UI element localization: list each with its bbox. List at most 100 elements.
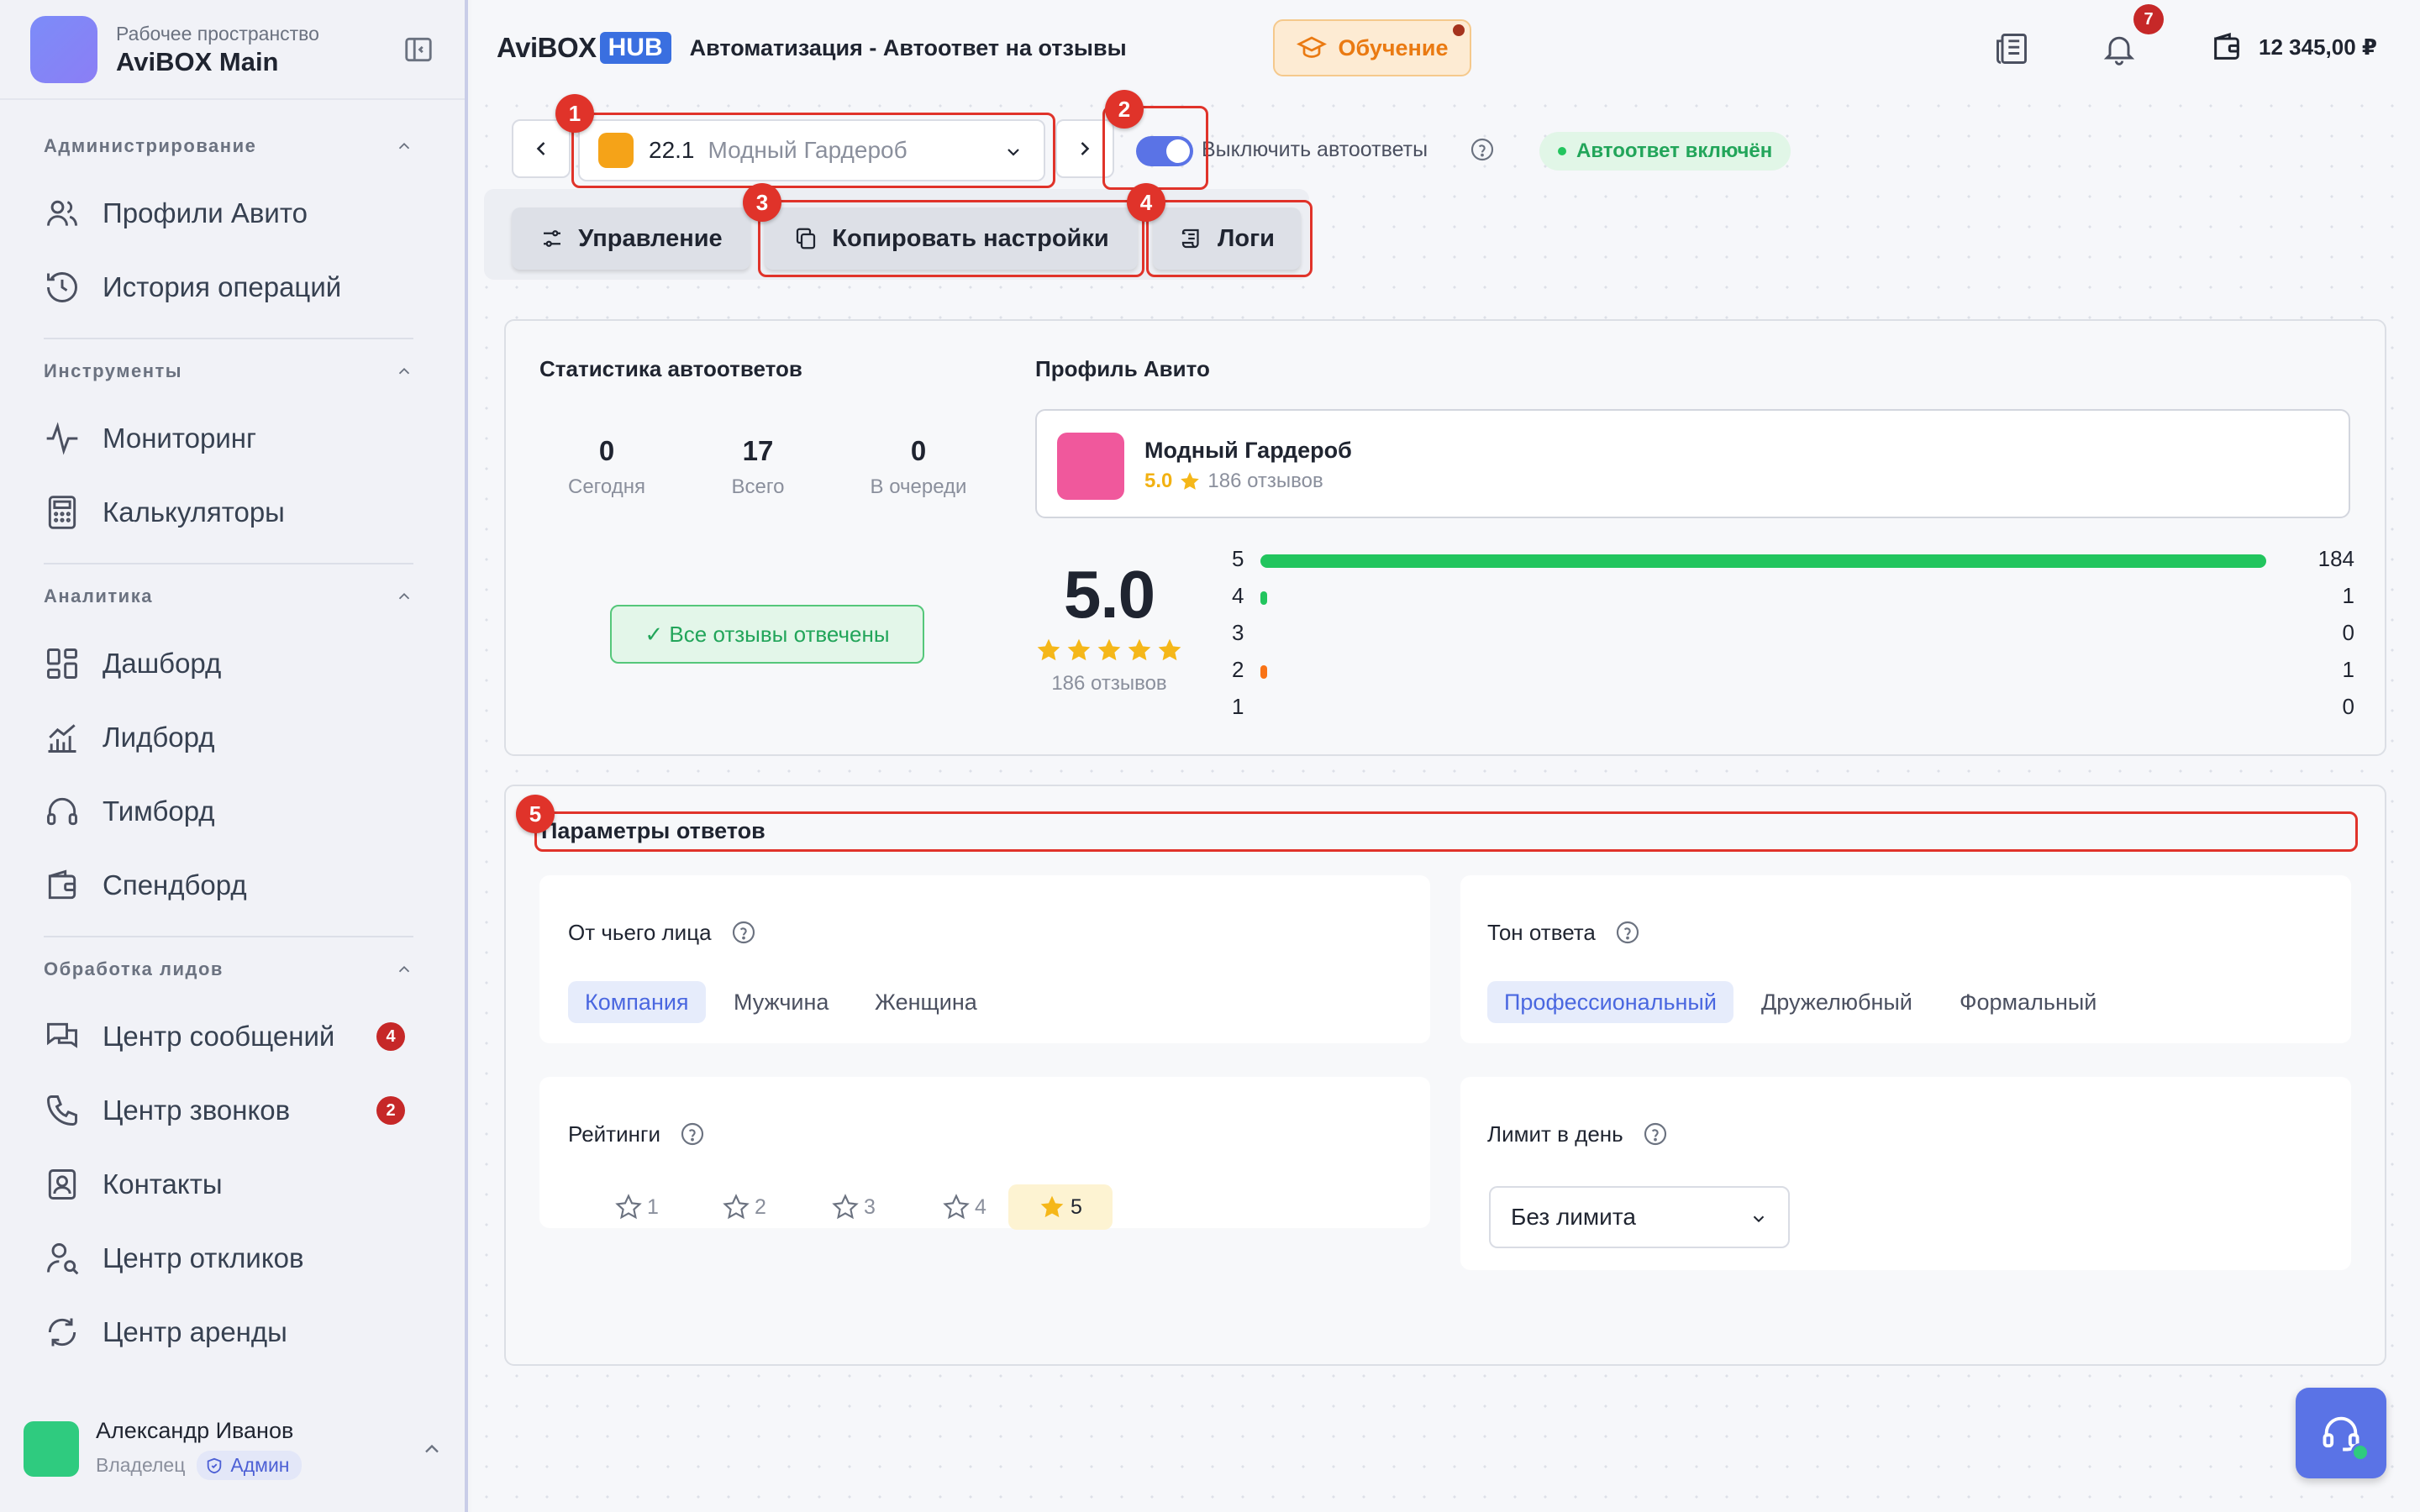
rating-distribution-row: 4 1 <box>1232 583 2354 612</box>
rating-option-1[interactable]: 1 <box>603 1184 671 1230</box>
sidebar-item-contacts[interactable]: Контакты <box>44 1154 413 1215</box>
rating-option-2[interactable]: 2 <box>711 1184 778 1230</box>
sidebar-item-operations-history[interactable]: История операций <box>44 257 413 318</box>
ratings-label: Рейтинги <box>568 1121 660 1147</box>
tab-management[interactable]: Управление <box>512 207 750 270</box>
stat-value: 0 <box>910 435 927 466</box>
rating-option-label: 4 <box>975 1194 986 1219</box>
section-divider <box>44 936 413 937</box>
refresh-icon <box>48 1318 76 1347</box>
notifications-badge: 7 <box>2133 4 2164 34</box>
section-analytics-header[interactable]: Аналитика <box>44 580 413 613</box>
all-answered-badge: ✓ Все отзывы отвечены <box>610 605 924 664</box>
params-card <box>504 785 2386 1366</box>
support-chat-button[interactable] <box>2296 1388 2386 1478</box>
section-divider <box>44 338 413 339</box>
help-icon[interactable] <box>1469 136 1496 163</box>
sidebar-item-rental-center[interactable]: Центр аренды <box>44 1302 413 1362</box>
sidebar-item-label: Центр звонков <box>103 1095 291 1126</box>
workspace-name: AviBOX Main <box>116 46 279 76</box>
page-title: Автоматизация - Автоответ на отзывы <box>689 34 1127 60</box>
sidebar-item-label: История операций <box>103 271 342 302</box>
stat-label: В очереди <box>870 475 967 498</box>
tone-option-professional[interactable]: Профессиональный <box>1487 981 1733 1023</box>
sidebar-item-dashboard[interactable]: Дашборд <box>44 633 413 694</box>
sidebar-item-monitoring[interactable]: Мониторинг <box>44 408 413 469</box>
online-indicator <box>2351 1443 2370 1462</box>
user-profile[interactable]: Александр Иванов Владелец Админ <box>24 1407 444 1491</box>
from-option-company[interactable]: Компания <box>568 981 706 1023</box>
sidebar-item-leadboard[interactable]: Лидборд <box>44 707 413 768</box>
user-search-icon <box>47 1243 79 1275</box>
help-icon[interactable] <box>1614 919 1641 946</box>
star-icon <box>1158 638 1181 661</box>
from-whom-label: От чьего лица <box>568 919 712 945</box>
chart-icon <box>48 724 76 753</box>
distribution-bar <box>1260 554 2266 568</box>
stat-label: Всего <box>731 475 785 498</box>
help-icon[interactable] <box>679 1121 706 1147</box>
section-leads-header[interactable]: Обработка лидов <box>44 953 413 986</box>
tone-label: Тон ответа <box>1487 919 1596 945</box>
section-divider <box>44 563 413 564</box>
rating-value: 5.0 <box>1063 557 1155 632</box>
from-whom-title: От чьего лица <box>568 919 757 946</box>
rating-option-4[interactable]: 4 <box>931 1184 998 1230</box>
stats-card <box>504 319 2386 756</box>
daily-limit-value: Без лимита <box>1511 1204 1636 1230</box>
sidebar-item-calls-center[interactable]: Центр звонков 2 <box>44 1080 413 1141</box>
distribution-stars: 4 <box>1232 583 1244 608</box>
learning-button[interactable]: Обучение <box>1273 19 1471 76</box>
rating-option-3[interactable]: 3 <box>820 1184 887 1230</box>
sidebar-item-avito-profiles[interactable]: Профили Авито <box>44 183 413 244</box>
star-icon <box>1128 638 1151 661</box>
help-icon[interactable] <box>1642 1121 1669 1147</box>
from-option-man[interactable]: Мужчина <box>717 981 845 1023</box>
profile-rating: 5.0 <box>1144 470 1173 492</box>
section-tools-header[interactable]: Инструменты <box>44 354 413 388</box>
rating-option-5[interactable]: 5 <box>1008 1184 1113 1230</box>
autoreply-status-badge: Автоответ включён <box>1539 132 1791 171</box>
highlight-logs <box>1146 200 1313 277</box>
sidebar-item-label: Профили Авито <box>103 197 308 228</box>
sidebar-item-label: Спендборд <box>103 869 247 900</box>
sidebar-item-label: Центр откликов <box>103 1242 304 1273</box>
distribution-bar <box>1260 665 1267 679</box>
distribution-count: 184 <box>2317 546 2354 571</box>
chevron-up-icon <box>398 367 410 375</box>
daily-limit-select[interactable]: Без лимита <box>1489 1186 1790 1248</box>
bell-icon[interactable] <box>2101 30 2138 67</box>
rating-option-label: 2 <box>755 1194 766 1219</box>
profile-card[interactable]: Модный Гардероб 5.0 186 отзывов <box>1035 409 2350 518</box>
balance-display[interactable]: 12 345,00 ₽ <box>2210 30 2377 64</box>
news-icon[interactable] <box>1993 30 2030 67</box>
tone-option-friendly[interactable]: Дружелюбный <box>1744 981 1929 1023</box>
rating-distribution-row: 3 0 <box>1232 620 2354 648</box>
stat-value: 17 <box>742 435 774 466</box>
calls-badge: 2 <box>376 1096 405 1125</box>
sidebar-item-spendboard[interactable]: Спендборд <box>44 855 413 916</box>
chevron-up-icon[interactable] <box>420 1437 444 1461</box>
learning-indicator-dot <box>1453 24 1465 36</box>
rating-distribution-row: 1 0 <box>1232 694 2354 722</box>
sidebar-item-responses-center[interactable]: Центр откликов <box>44 1228 413 1289</box>
sidebar-item-label: Калькуляторы <box>103 496 285 528</box>
sidebar-item-label: Центр сообщений <box>103 1021 335 1052</box>
sidebar-item-calculators[interactable]: Калькуляторы <box>44 482 413 543</box>
help-icon[interactable] <box>730 919 757 946</box>
limit-label: Лимит в день <box>1487 1121 1623 1147</box>
annotation-marker-1: 1 <box>555 94 594 133</box>
tone-option-formal[interactable]: Формальный <box>1943 981 2113 1023</box>
from-option-woman[interactable]: Женщина <box>858 981 994 1023</box>
workspace-logo <box>30 16 97 83</box>
stats-title: Статистика автоответов <box>539 356 802 381</box>
overall-rating: 5.0 186 отзывов <box>1034 556 1185 696</box>
sidebar-collapse-icon[interactable] <box>402 34 434 66</box>
workspace-switcher[interactable]: Рабочее пространство AviBOX Main <box>30 15 434 84</box>
chevron-left-icon <box>536 142 545 155</box>
section-admin-header[interactable]: Администрирование <box>44 129 413 163</box>
sidebar-item-teamboard[interactable]: Тимборд <box>44 781 413 842</box>
profile-card-name: Модный Гардероб <box>1144 438 1352 463</box>
sidebar-item-messages-center[interactable]: Центр сообщений 4 <box>44 1006 413 1067</box>
highlight-profile-select <box>571 113 1055 188</box>
